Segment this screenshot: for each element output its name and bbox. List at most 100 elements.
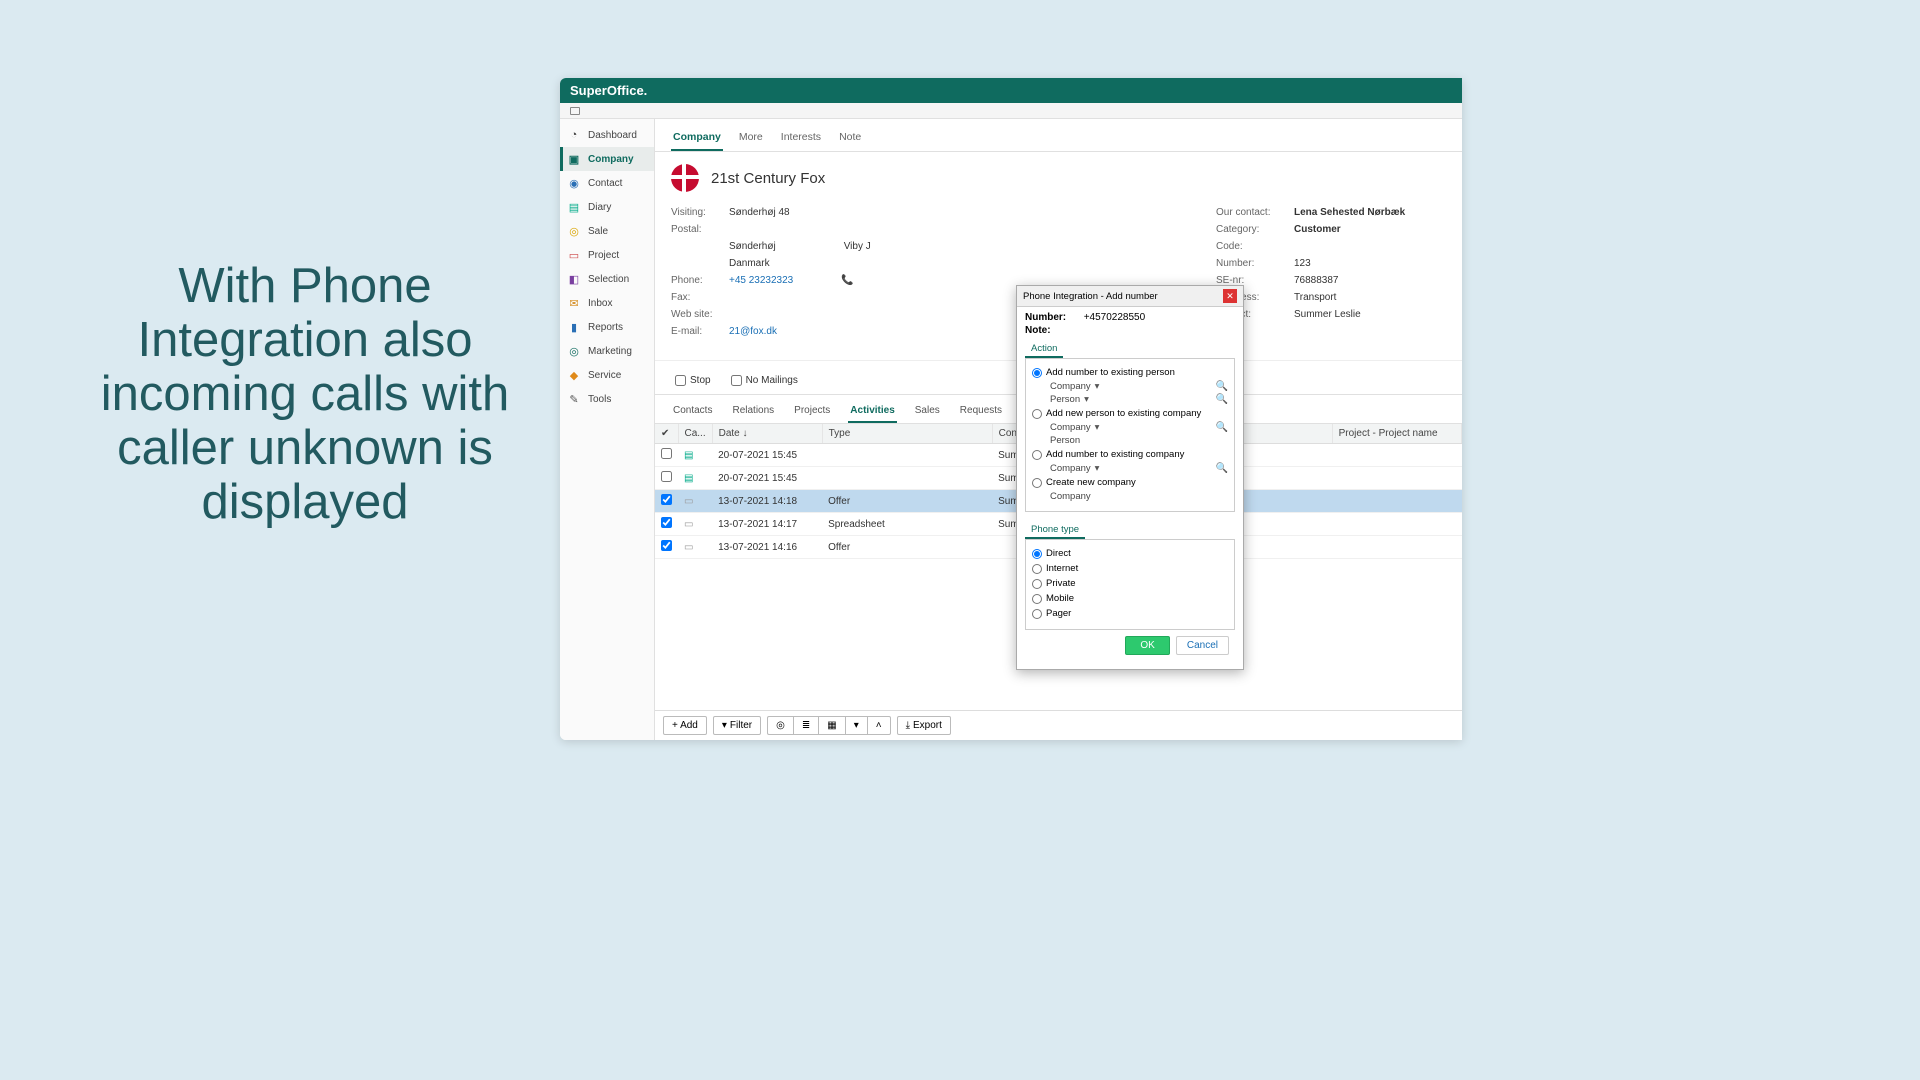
tab-interests[interactable]: Interests bbox=[779, 127, 823, 151]
filter-button[interactable]: ▾Filter bbox=[713, 716, 761, 735]
col-date[interactable]: Date ↓ bbox=[712, 424, 822, 444]
radio-phonetype-mobile[interactable]: Mobile bbox=[1032, 591, 1228, 606]
person-dropdown[interactable]: Person bbox=[1050, 394, 1080, 405]
phone-value[interactable]: +45 23232323 bbox=[729, 275, 793, 286]
sidebar-item-dashboard[interactable]: ◔ Dashboard bbox=[560, 123, 654, 147]
cell-type: Spreadsheet bbox=[822, 513, 992, 536]
senr-value: 76888387 bbox=[1294, 275, 1339, 286]
subtab-projects[interactable]: Projects bbox=[792, 401, 832, 423]
col-check[interactable]: ✔ bbox=[655, 424, 678, 444]
sidebar-item-selection[interactable]: ◧ Selection bbox=[560, 267, 654, 291]
radio-phonetype-direct[interactable]: Direct bbox=[1032, 546, 1228, 561]
row-checkbox[interactable] bbox=[661, 471, 672, 482]
radio-new-person[interactable]: Add new person to existing company bbox=[1032, 406, 1228, 421]
subtab-relations[interactable]: Relations bbox=[730, 401, 776, 423]
close-icon[interactable]: ✕ bbox=[1223, 289, 1237, 303]
flag-icon bbox=[671, 164, 699, 192]
sidebar-item-label: Selection bbox=[588, 274, 629, 285]
street-value: Sønderhøj bbox=[729, 241, 776, 252]
fax-label: Fax: bbox=[671, 292, 721, 303]
radio-existing-person[interactable]: Add number to existing person bbox=[1032, 365, 1228, 380]
sidebar-item-label: Marketing bbox=[588, 346, 632, 357]
building-icon: ▣ bbox=[568, 153, 580, 165]
col-category[interactable]: Ca... bbox=[678, 424, 712, 444]
cancel-button[interactable]: Cancel bbox=[1176, 636, 1229, 655]
stop-checkbox[interactable]: Stop bbox=[675, 375, 711, 386]
sidebar-item-service[interactable]: ◆ Service bbox=[560, 363, 654, 387]
sidebar-item-company[interactable]: ▣ Company bbox=[560, 147, 654, 171]
radio-new-company[interactable]: Create new company bbox=[1032, 475, 1228, 490]
target-icon: ◎ bbox=[568, 345, 580, 357]
company-header: 21st Century Fox bbox=[655, 152, 1462, 200]
action-tab[interactable]: Action bbox=[1025, 341, 1063, 358]
calendar-icon: ▤ bbox=[684, 473, 693, 484]
phone-icon[interactable]: 📞 bbox=[841, 275, 853, 286]
tab-more[interactable]: More bbox=[737, 127, 765, 151]
sidebar-item-contact[interactable]: ◉ Contact bbox=[560, 171, 654, 195]
visiting-value: Sønderhøj 48 bbox=[729, 207, 790, 218]
sidebar-item-project[interactable]: ▭ Project bbox=[560, 243, 654, 267]
subtab-contacts[interactable]: Contacts bbox=[671, 401, 714, 423]
col-type[interactable]: Type bbox=[822, 424, 992, 444]
row-checkbox[interactable] bbox=[661, 494, 672, 505]
sidebar-item-tools[interactable]: ✎ Tools bbox=[560, 387, 654, 411]
expand-button[interactable]: ˄ bbox=[867, 716, 891, 735]
cell-type: Offer bbox=[822, 536, 992, 559]
sidebar-item-marketing[interactable]: ◎ Marketing bbox=[560, 339, 654, 363]
sidebar-item-label: Sale bbox=[588, 226, 608, 237]
company-dropdown[interactable]: Company bbox=[1050, 381, 1091, 392]
cell-type bbox=[822, 444, 992, 467]
add-button[interactable]: + Add bbox=[663, 716, 707, 735]
subtab-sales[interactable]: Sales bbox=[913, 401, 942, 423]
phone-integration-dialog: Phone Integration - Add number ✕ Number:… bbox=[1016, 285, 1244, 670]
dropdown-view-button[interactable]: ▾ bbox=[845, 716, 867, 735]
radio-phonetype-private[interactable]: Private bbox=[1032, 576, 1228, 591]
company-dropdown-3[interactable]: Company bbox=[1050, 463, 1091, 474]
person-icon: ◉ bbox=[568, 177, 580, 189]
sidebar-item-reports[interactable]: ▮ Reports bbox=[560, 315, 654, 339]
document-icon: ▭ bbox=[684, 542, 693, 553]
category-label: Category: bbox=[1216, 224, 1286, 235]
row-checkbox[interactable] bbox=[661, 448, 672, 459]
funnel-icon: ▾ bbox=[722, 720, 727, 731]
search-icon[interactable]: 🔍 bbox=[1216, 394, 1228, 405]
person-label-2: Person bbox=[1050, 435, 1080, 446]
company-dropdown-2[interactable]: Company bbox=[1050, 422, 1091, 433]
phone-type-tab[interactable]: Phone type bbox=[1025, 522, 1085, 539]
city-value: Viby J bbox=[844, 241, 871, 252]
chevron-down-icon: ▾ bbox=[1084, 394, 1089, 405]
row-checkbox[interactable] bbox=[661, 517, 672, 528]
subtab-activities[interactable]: Activities bbox=[848, 401, 896, 423]
email-value[interactable]: 21@fox.dk bbox=[729, 326, 777, 337]
sidebar-item-label: Project bbox=[588, 250, 619, 261]
subtab-requests[interactable]: Requests bbox=[958, 401, 1004, 423]
no-mailings-checkbox[interactable]: No Mailings bbox=[731, 375, 798, 386]
search-icon[interactable]: 🔍 bbox=[1216, 422, 1228, 433]
ok-button[interactable]: OK bbox=[1125, 636, 1169, 655]
envelope-icon: ✉ bbox=[568, 297, 580, 309]
search-icon[interactable]: 🔍 bbox=[1216, 463, 1228, 474]
list-view-button[interactable]: ≣ bbox=[793, 716, 818, 735]
our-contact-value: Lena Sehested Nørbæk bbox=[1294, 207, 1405, 218]
sidebar: ◔ Dashboard ▣ Company ◉ Contact ▤ Diary … bbox=[560, 119, 655, 740]
export-button[interactable]: ⤓Export bbox=[897, 716, 951, 735]
sidebar-item-label: Inbox bbox=[588, 298, 612, 309]
country-value: Danmark bbox=[729, 258, 770, 269]
sidebar-item-sale[interactable]: ◎ Sale bbox=[560, 219, 654, 243]
radio-phonetype-pager[interactable]: Pager bbox=[1032, 606, 1228, 621]
row-checkbox[interactable] bbox=[661, 540, 672, 551]
radio-phonetype-internet[interactable]: Internet bbox=[1032, 561, 1228, 576]
calendar-view-button[interactable]: ▦ bbox=[818, 716, 844, 735]
sidebar-item-inbox[interactable]: ✉ Inbox bbox=[560, 291, 654, 315]
tab-note[interactable]: Note bbox=[837, 127, 863, 151]
sidebar-item-diary[interactable]: ▤ Diary bbox=[560, 195, 654, 219]
gauge-icon: ◔ bbox=[568, 129, 580, 141]
sidebar-item-label: Company bbox=[588, 154, 634, 165]
chevron-down-icon: ▾ bbox=[1095, 463, 1100, 474]
search-icon[interactable]: 🔍 bbox=[1216, 381, 1228, 392]
col-project[interactable]: Project - Project name bbox=[1332, 424, 1461, 444]
radio-existing-company[interactable]: Add number to existing company bbox=[1032, 447, 1228, 462]
tab-company[interactable]: Company bbox=[671, 127, 723, 151]
target-view-button[interactable]: ◎ bbox=[767, 716, 793, 735]
document-icon: ▭ bbox=[684, 519, 693, 530]
